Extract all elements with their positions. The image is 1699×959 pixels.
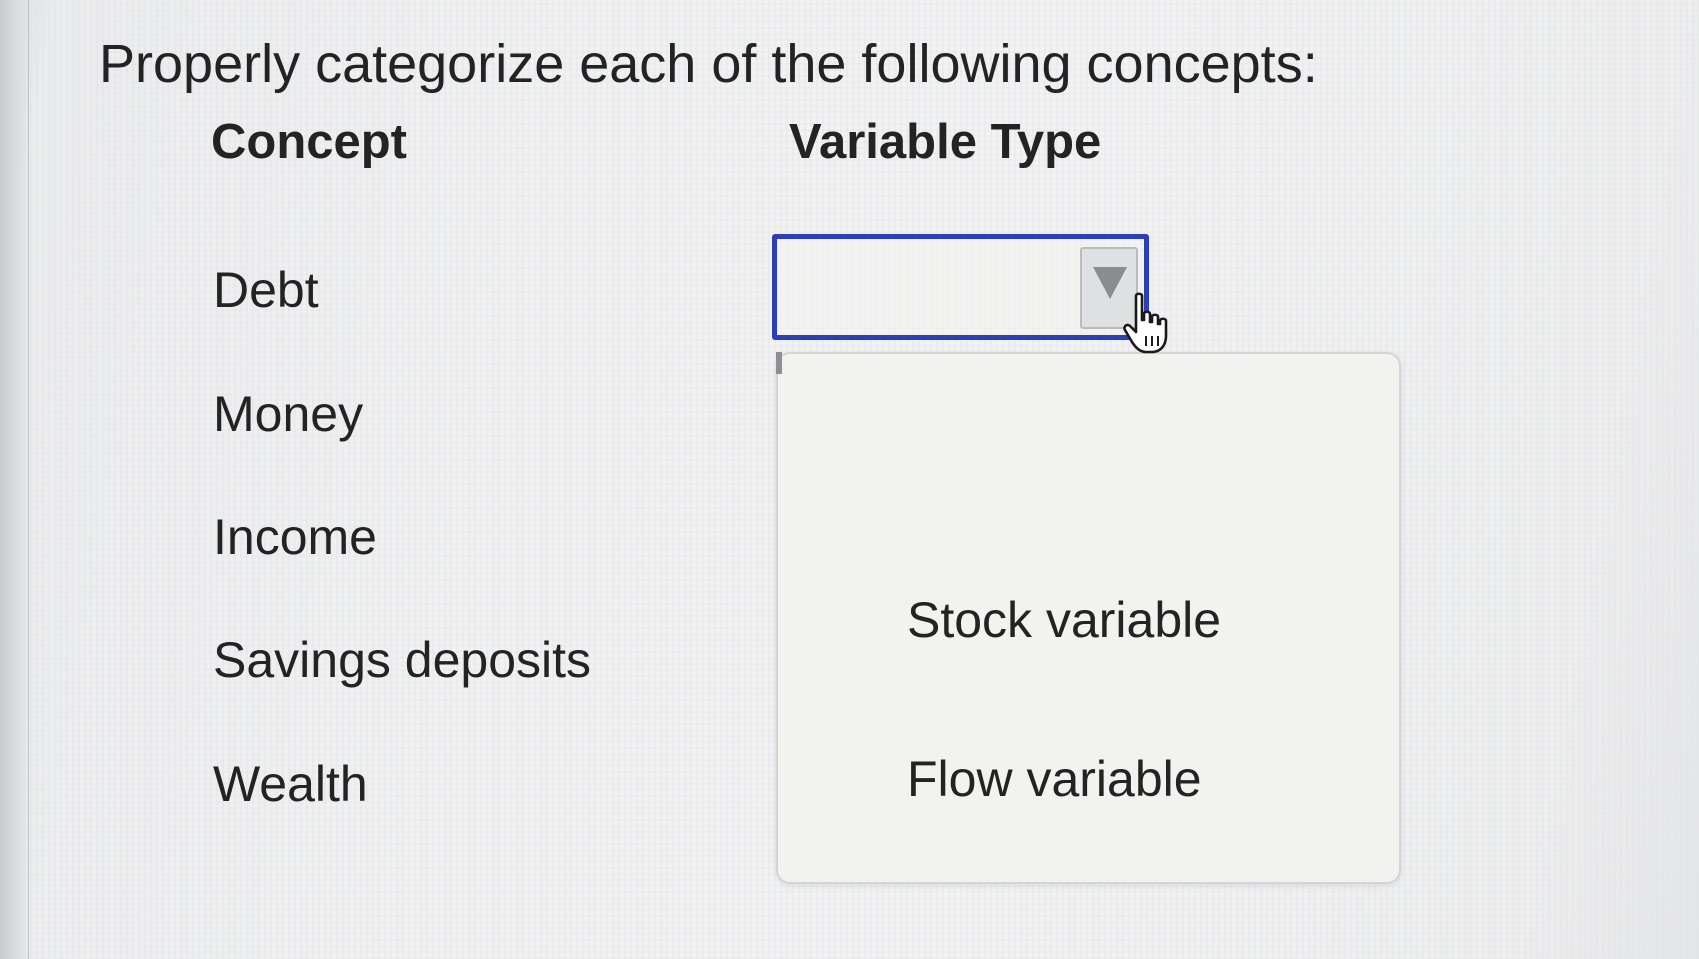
concept-debt: Debt bbox=[213, 262, 319, 318]
concept-savings-deposits: Savings deposits bbox=[213, 632, 592, 688]
option-stock-variable[interactable]: Stock variable bbox=[907, 588, 1221, 652]
option-blank[interactable] bbox=[798, 374, 1378, 454]
variable-type-column-header: Variable Type bbox=[789, 115, 1102, 169]
dropdown-corner-mark bbox=[776, 352, 782, 374]
concept-income: Income bbox=[213, 509, 377, 565]
concept-money: Money bbox=[213, 386, 364, 442]
window-left-edge bbox=[0, 0, 30, 959]
concept-wealth: Wealth bbox=[213, 756, 368, 812]
option-flow-variable[interactable]: Flow variable bbox=[907, 747, 1202, 811]
variable-type-select-debt[interactable] bbox=[772, 234, 1149, 340]
window-border-line bbox=[28, 0, 29, 959]
question-prompt: Properly categorize each of the followin… bbox=[99, 34, 1318, 94]
concept-column-header: Concept bbox=[211, 115, 407, 169]
hand-pointer-icon bbox=[1123, 292, 1168, 354]
variable-type-options-list: Stock variable Flow variable bbox=[776, 352, 1401, 884]
